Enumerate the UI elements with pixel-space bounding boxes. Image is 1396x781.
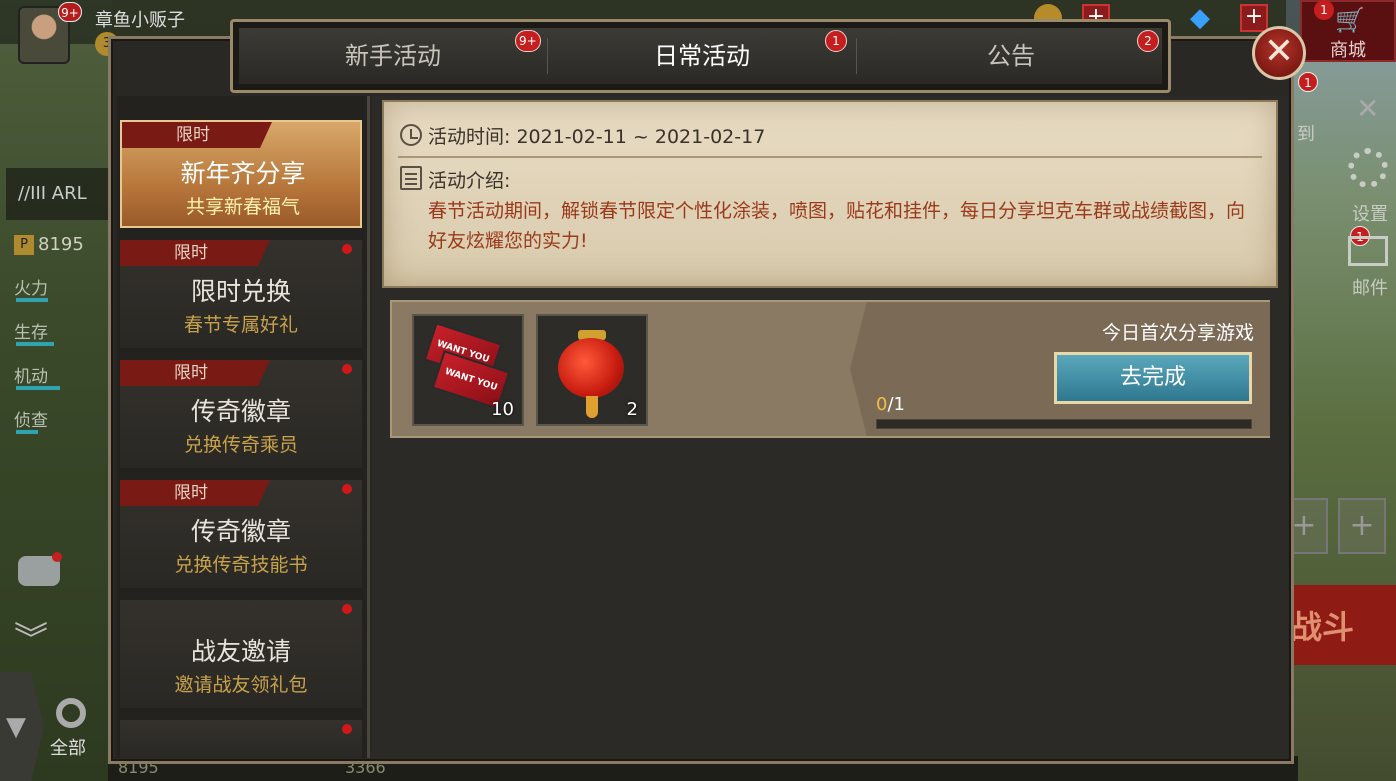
filter-icon: ▼ (6, 712, 26, 742)
clock-icon (400, 124, 422, 146)
menu-item-limited-exchange[interactable]: 限时 限时兑换 春节专属好礼 (120, 240, 362, 348)
activity-time: 活动时间: 2021-02-11 ~ 2021-02-17 (428, 126, 766, 148)
close-button[interactable]: ✕ (1252, 26, 1306, 80)
add-diamond-button[interactable]: + (1240, 4, 1268, 32)
player-name: 章鱼小贩子 (95, 10, 185, 31)
left-scene (0, 0, 112, 781)
lantern-tassel-icon (586, 396, 598, 418)
activity-intro-label: 活动介绍: (428, 170, 511, 192)
menu-item-title: 传奇徽章 (190, 517, 291, 546)
tank-power: P 8195 (14, 234, 84, 255)
progress-bar (876, 419, 1252, 429)
shop-label: 商城 (1330, 40, 1366, 61)
progress-current: 0 (876, 394, 888, 415)
tab-bar: 新手活动 9+ 日常活动 1 公告 2 (230, 19, 1171, 93)
notification-dot (342, 364, 352, 374)
rank-icon: //III (18, 183, 52, 204)
menu-item-new-year-share[interactable]: 限时 新年齐分享 共享新春福气 (120, 120, 362, 228)
slot-add-button[interactable]: + (1338, 498, 1386, 554)
progress-text: 0/1 (876, 394, 905, 415)
menu-item-title: 传奇徽章 (190, 397, 291, 426)
menu-item-tag: 限时 (120, 360, 270, 386)
collapse-icon[interactable]: ✕ (1356, 92, 1379, 125)
notification-dot (342, 724, 352, 734)
cart-icon: 🛒 (1335, 6, 1365, 34)
reward-slot[interactable]: 2 (536, 314, 648, 426)
activity-intro-text: 春节活动期间，解锁春节限定个性化涂装，喷图，贴花和挂件，每日分享坦克车群或战绩截… (428, 200, 1246, 252)
tank-power-value: 8195 (38, 234, 84, 255)
menu-item-subtitle: 春节专属好礼 (183, 314, 298, 336)
all-label[interactable]: 全部 (50, 734, 86, 760)
stat-mobility: 机动 (14, 367, 48, 387)
stat-bar-recon (16, 430, 38, 434)
all-ring-icon[interactable] (56, 698, 86, 728)
stat-bar-survival (16, 342, 54, 346)
menu-item-subtitle: 兑换传奇乘员 (183, 434, 298, 456)
menu-item-tag: 限时 (120, 480, 270, 506)
chat-dot (52, 552, 62, 562)
stat-firepower: 火力 (14, 279, 48, 299)
task-title: 今日首次分享游戏 (1101, 322, 1254, 344)
tab-newbie[interactable]: 新手活动 (239, 28, 547, 84)
document-icon (400, 166, 422, 190)
stat-recon: 侦查 (14, 411, 48, 431)
menu-item-subtitle: 邀请战友领礼包 (174, 674, 308, 696)
shop-badge: 1 (1314, 0, 1334, 20)
reward-count: 2 (626, 399, 638, 420)
activity-info-panel: 活动时间: 2021-02-11 ~ 2021-02-17 活动介绍: 春节活动… (382, 100, 1278, 288)
tank-tag-label: ARL (51, 183, 87, 204)
notification-dot (342, 484, 352, 494)
mail-icon[interactable] (1348, 236, 1388, 266)
menu-item-tag: 限时 (122, 122, 272, 148)
tab-daily-badge: 1 (825, 30, 847, 52)
activity-menu: 限时 新年齐分享 共享新春福气 限时 限时兑换 春节专属好礼 限时 传奇徽章 兑… (116, 96, 370, 758)
battle-label[interactable]: 战斗 (1290, 602, 1354, 648)
settings-label[interactable]: 设置 (1340, 200, 1396, 226)
tab-announcement-badge: 2 (1137, 30, 1159, 52)
stat-bar-firepower (16, 298, 48, 302)
menu-item-title: 新年齐分享 (180, 159, 306, 188)
stat-bar-mobility (16, 386, 60, 390)
notification-dot (342, 604, 352, 614)
menu-item-invite-friends[interactable]: 战友邀请 邀请战友领礼包 (120, 600, 362, 708)
shop-button[interactable]: 1 🛒 商城 (1300, 0, 1396, 62)
menu-item-tag: 限时 (120, 240, 270, 266)
avatar-badge: 9+ (58, 2, 82, 22)
gear-icon[interactable] (1348, 148, 1388, 188)
chevron-down-icon[interactable]: ︾ (14, 612, 48, 661)
lantern-icon (558, 338, 624, 398)
tab-announcement[interactable]: 公告 (857, 28, 1165, 84)
menu-item-legend-badge-crew[interactable]: 限时 传奇徽章 兑换传奇乘员 (120, 360, 362, 468)
diamond-icon: ◆ (1190, 3, 1210, 33)
sign-badge: 1 (1298, 72, 1318, 92)
tank-tag: //III ARL (6, 168, 110, 220)
stat-survival: 生存 (14, 323, 48, 343)
reward-slot[interactable]: WANT YOU WANT YOU 10 (412, 314, 524, 426)
divider (398, 156, 1262, 158)
mail-label[interactable]: 邮件 (1340, 274, 1396, 300)
menu-item-legend-badge-skill[interactable]: 限时 传奇徽章 兑换传奇技能书 (120, 480, 362, 588)
power-icon: P (14, 235, 34, 255)
reward-count: 10 (491, 399, 514, 420)
notification-dot (342, 244, 352, 254)
progress-total: /1 (887, 394, 905, 415)
menu-item-title: 限时兑换 (190, 277, 291, 306)
menu-item-subtitle: 共享新春福气 (185, 196, 300, 218)
menu-item-title: 战友邀请 (190, 637, 291, 666)
tab-newbie-badge: 9+ (515, 30, 541, 52)
menu-item-subtitle: 兑换传奇技能书 (174, 554, 308, 576)
menu-item-more[interactable] (120, 720, 362, 758)
tab-daily[interactable]: 日常活动 (548, 28, 856, 84)
go-complete-button[interactable]: 去完成 (1054, 352, 1252, 404)
